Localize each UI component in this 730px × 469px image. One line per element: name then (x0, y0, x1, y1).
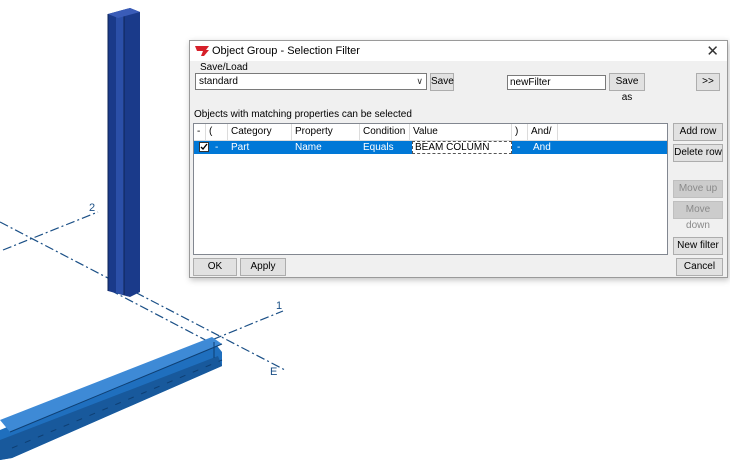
table-row[interactable]: - Part Name Equals BEAM COLUMN - And (194, 141, 667, 154)
move-up-button[interactable]: Move up (673, 180, 723, 198)
close-icon[interactable]: ✕ (706, 42, 719, 60)
save-button[interactable]: Save (430, 73, 454, 91)
filter-name-input[interactable]: newFilter (507, 75, 606, 90)
row-close-paren[interactable]: - (514, 141, 528, 154)
row-andor[interactable]: And (530, 141, 560, 154)
preset-dropdown-value: standard (199, 76, 238, 87)
col-header-condition: Condition (360, 124, 410, 140)
grid-label-1: 1 (276, 300, 282, 312)
table-header: - ( Category Property Condition Value ) … (194, 124, 667, 141)
row-property[interactable]: Name (292, 141, 360, 154)
move-down-button[interactable]: Move down (673, 201, 723, 231)
col-header-property: Property (292, 124, 360, 140)
chevron-down-icon: ∨ (416, 76, 423, 86)
save-as-button[interactable]: Save as (609, 73, 645, 103)
apply-button[interactable]: Apply (240, 258, 286, 276)
col-header-value: Value (410, 124, 512, 140)
checkmark-icon (200, 143, 208, 151)
grid-line-c (109, 289, 216, 346)
row-checkbox[interactable] (199, 142, 209, 152)
col-header-andor: And/ (528, 124, 558, 140)
dialog-title: Object Group - Selection Filter (212, 45, 360, 57)
beam-member[interactable] (0, 337, 223, 460)
ok-button[interactable]: OK (193, 258, 237, 276)
col-header-close-paren: ) (512, 124, 528, 140)
add-row-button[interactable]: Add row (673, 123, 723, 141)
filter-app-icon (195, 46, 209, 56)
dialog-titlebar: Object Group - Selection Filter ✕ (190, 41, 727, 61)
row-condition[interactable]: Equals (360, 141, 410, 154)
col-header-category: Category (228, 124, 292, 140)
column-member[interactable] (107, 8, 140, 297)
grid-label-e: E (270, 366, 277, 378)
cancel-button[interactable]: Cancel (676, 258, 723, 276)
filter-table: - ( Category Property Condition Value ) … (193, 123, 668, 255)
save-load-label: Save/Load (200, 62, 248, 73)
col-header-open-paren: ( (206, 124, 228, 140)
row-dash: - (215, 142, 219, 153)
delete-row-button[interactable]: Delete row (673, 144, 723, 162)
info-text: Objects with matching properties can be … (194, 109, 412, 120)
selection-filter-dialog: Object Group - Selection Filter ✕ Save/L… (189, 40, 728, 278)
grid-label-2: 2 (89, 202, 95, 214)
expand-button[interactable]: >> (696, 73, 720, 91)
new-filter-button[interactable]: New filter (673, 237, 723, 255)
row-value-input[interactable]: BEAM COLUMN (412, 141, 512, 154)
col-header-dash: - (194, 124, 206, 140)
row-category[interactable]: Part (228, 141, 292, 154)
preset-dropdown[interactable]: standard ∨ (195, 73, 427, 90)
